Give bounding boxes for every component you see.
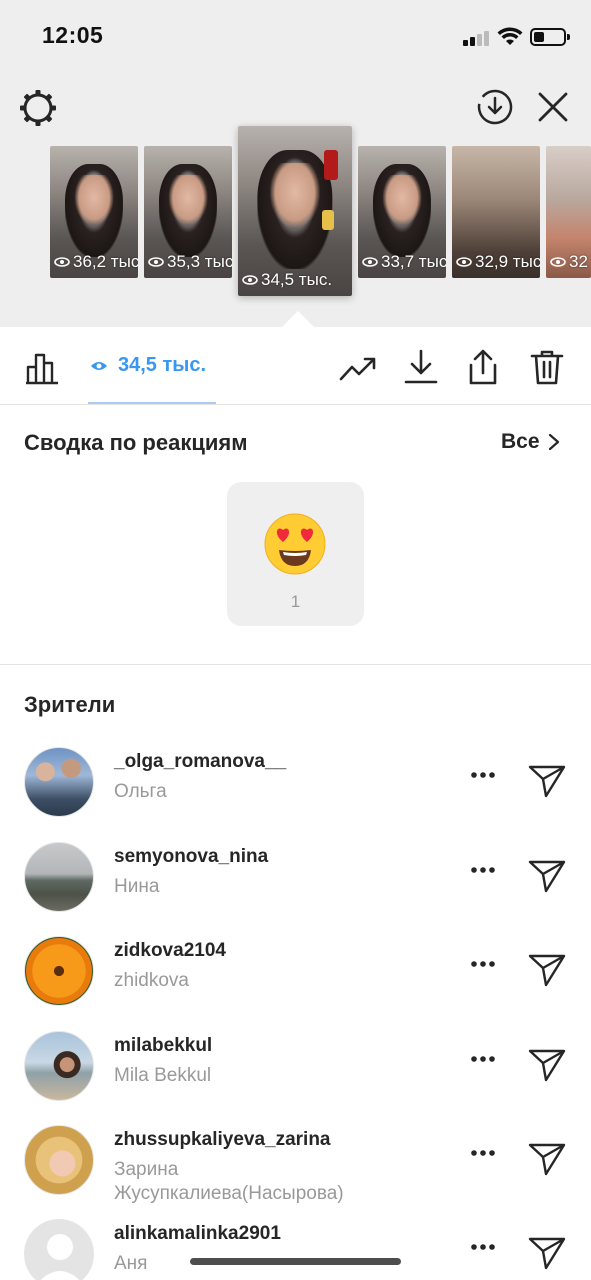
send-message-icon[interactable]	[527, 1139, 567, 1179]
avatar[interactable]	[24, 842, 94, 912]
active-tab-underline	[88, 402, 216, 404]
wifi-icon	[497, 27, 523, 45]
viewer-username[interactable]: alinkamalinka2901	[114, 1223, 281, 1245]
status-bar: 12:05	[0, 0, 591, 72]
battery-icon	[530, 28, 570, 46]
viewer-row[interactable]: _olga_romanova__ Ольга	[0, 747, 591, 837]
story-thumbnail-selected[interactable]: 34,5 тыс.	[238, 126, 352, 296]
default-avatar[interactable]	[24, 1219, 94, 1280]
viewer-row[interactable]: semyonova_nina Нина	[0, 842, 591, 932]
viewer-username[interactable]: zhussupkaliyeva_zarina	[114, 1129, 331, 1151]
save-story-icon[interactable]	[476, 88, 514, 126]
story-thumbnail[interactable]: 33,7 тыс.	[358, 146, 446, 278]
avatar[interactable]	[24, 1031, 94, 1101]
story-views: 32	[569, 252, 588, 271]
viewer-row[interactable]: zidkova2104 zhidkova	[0, 936, 591, 1026]
story-views: 33,7 тыс.	[381, 252, 446, 271]
story-thumbnail[interactable]: 35,3 тыс.	[144, 146, 232, 278]
chevron-right-icon	[548, 433, 559, 451]
default-user-icon	[40, 1234, 80, 1280]
story-thumbnail[interactable]: 36,2 тыс.	[50, 146, 138, 278]
viewer-row[interactable]: alinkamalinka2901 Аня	[0, 1219, 591, 1280]
home-indicator[interactable]	[190, 1258, 401, 1265]
avatar[interactable]	[24, 1125, 94, 1195]
more-options-icon[interactable]	[470, 771, 496, 779]
heart-eyes-emoji-icon	[264, 513, 326, 575]
story-insights-toolbar: 34,5 тыс.	[0, 327, 591, 405]
viewer-username[interactable]: _olga_romanova__	[114, 751, 286, 773]
see-all-label: Все	[501, 430, 540, 453]
reaction-card[interactable]: 1	[227, 482, 364, 626]
more-options-icon[interactable]	[470, 866, 496, 874]
viewer-full-name: Нина	[114, 876, 160, 897]
insights-bar-chart-icon[interactable]	[22, 347, 62, 387]
story-carousel-area: 12:05 36,2 тыс. 35,3 тыс. 34,5 тыс. 33,7…	[0, 0, 591, 327]
viewer-username[interactable]: semyonova_nina	[114, 846, 268, 868]
reactions-summary-title: Сводка по реакциям	[24, 430, 248, 455]
trending-icon[interactable]	[338, 347, 378, 387]
tab-viewers[interactable]: 34,5 тыс.	[88, 327, 216, 404]
more-options-icon[interactable]	[470, 1243, 496, 1251]
story-thumbnail[interactable]: 32	[546, 146, 591, 278]
viewer-full-name: zhidkova	[114, 970, 189, 991]
cellular-signal-icon	[463, 30, 491, 46]
status-time: 12:05	[42, 22, 104, 48]
eye-icon	[91, 361, 107, 370]
story-views: 34,5 тыс.	[261, 270, 333, 289]
download-icon[interactable]	[401, 347, 441, 387]
see-all-reactions-link[interactable]: Все	[501, 430, 560, 454]
story-views: 35,3 тыс.	[167, 252, 232, 271]
viewer-username[interactable]: zidkova2104	[114, 940, 226, 962]
send-message-icon[interactable]	[527, 856, 567, 896]
trash-icon[interactable]	[527, 347, 567, 387]
viewer-full-name: Зарина Жусупкалиева(Насырова)	[114, 1159, 344, 1204]
views-count: 34,5 тыс.	[118, 354, 207, 376]
more-options-icon[interactable]	[470, 960, 496, 968]
section-divider	[0, 664, 591, 665]
send-message-icon[interactable]	[527, 950, 567, 990]
send-message-icon[interactable]	[527, 1045, 567, 1085]
viewer-row[interactable]: milabekkul Mila Bekkul	[0, 1031, 591, 1121]
selected-story-pointer	[282, 311, 314, 327]
reaction-count: 1	[290, 592, 301, 611]
viewer-row[interactable]: zhussupkaliyeva_zarina Зарина Жусупкалие…	[0, 1125, 591, 1215]
send-message-icon[interactable]	[527, 761, 567, 801]
avatar[interactable]	[24, 936, 94, 1006]
viewers-title: Зрители	[24, 692, 116, 717]
story-views: 36,2 тыс.	[73, 252, 138, 271]
story-views: 32,9 тыс.	[475, 252, 540, 271]
more-options-icon[interactable]	[470, 1149, 496, 1157]
send-message-icon[interactable]	[527, 1233, 567, 1273]
viewer-full-name: Mila Bekkul	[114, 1065, 212, 1086]
viewer-full-name: Ольга	[114, 781, 167, 802]
settings-icon[interactable]	[18, 88, 58, 128]
close-icon[interactable]	[534, 88, 572, 126]
more-options-icon[interactable]	[470, 1055, 496, 1063]
story-thumbnail[interactable]: 32,9 тыс.	[452, 146, 540, 278]
viewer-username[interactable]: milabekkul	[114, 1035, 212, 1057]
avatar[interactable]	[24, 747, 94, 817]
share-icon[interactable]	[463, 347, 503, 387]
